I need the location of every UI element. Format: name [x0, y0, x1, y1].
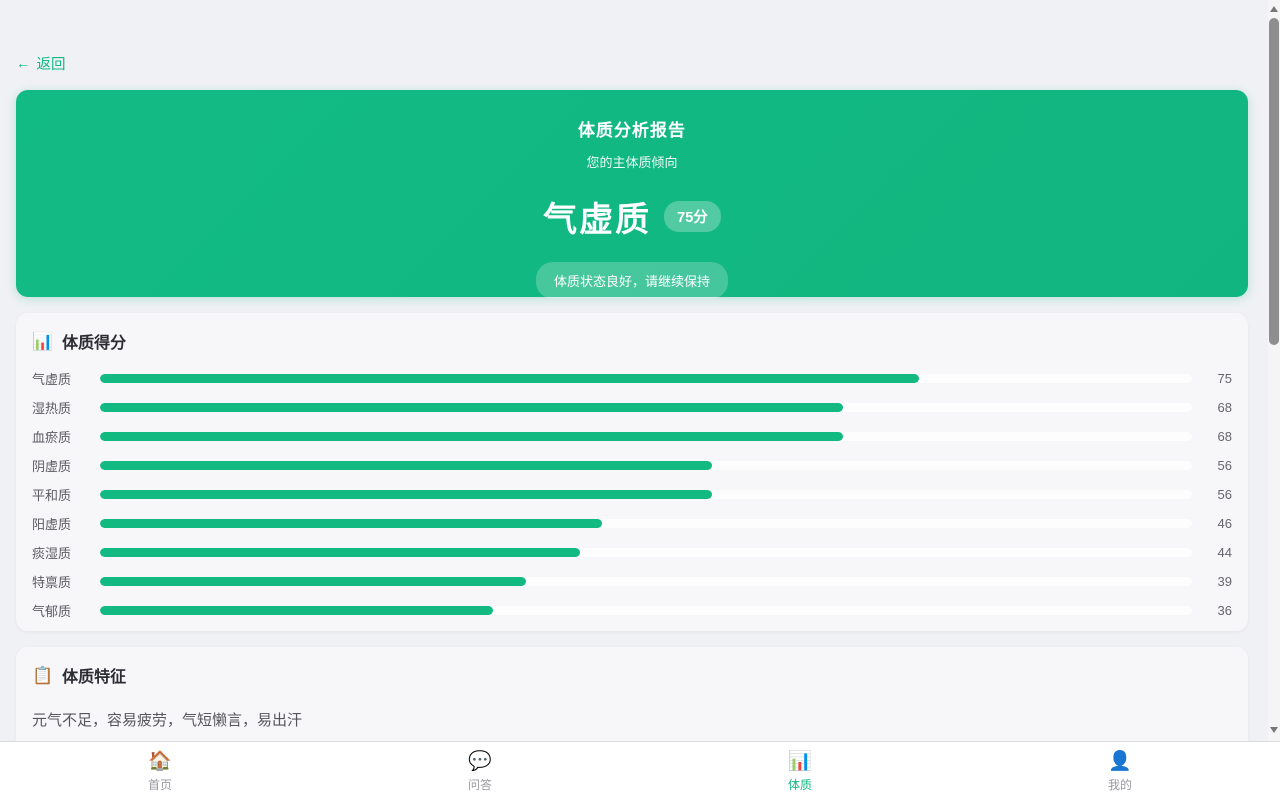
- triangle-down-icon: [1270, 727, 1278, 733]
- score-label: 气郁质: [32, 601, 100, 620]
- score-row: 平和质 56: [32, 480, 1232, 509]
- score-bar-track: [100, 432, 1192, 441]
- score-bar-track: [100, 461, 1192, 470]
- score-row: 痰湿质 44: [32, 538, 1232, 567]
- vertical-scrollbar: [1268, 0, 1280, 741]
- score-bar-track: [100, 374, 1192, 383]
- triangle-up-icon: [1270, 6, 1278, 12]
- score-bar-track: [100, 403, 1192, 412]
- bottom-nav: 🏠 首页 💬 问答 📊 体质 👤 我的: [0, 741, 1280, 800]
- score-row: 阳虚质 46: [32, 509, 1232, 538]
- scores-card-title: 体质得分: [62, 329, 126, 353]
- nav-label-qa: 问答: [468, 776, 492, 793]
- back-link[interactable]: ← 返回: [16, 53, 66, 74]
- score-label: 平和质: [32, 485, 100, 504]
- report-subtitle: 您的主体质倾向: [16, 152, 1248, 171]
- score-value: 75: [1192, 371, 1232, 386]
- nav-label-constitution: 体质: [788, 776, 812, 793]
- score-row: 血瘀质 68: [32, 422, 1232, 451]
- score-value: 56: [1192, 487, 1232, 502]
- status-pill: 体质状态良好，请继续保持: [536, 262, 728, 299]
- score-row: 气虚质 75: [32, 364, 1232, 393]
- traits-card-title: 体质特征: [62, 663, 126, 687]
- score-label: 血瘀质: [32, 427, 100, 446]
- score-bar-track: [100, 548, 1192, 557]
- nav-label-home: 首页: [148, 776, 172, 793]
- score-label: 气虚质: [32, 369, 100, 388]
- clipboard-icon: 📋: [32, 667, 53, 684]
- score-bar-fill: [100, 432, 843, 441]
- score-label: 特禀质: [32, 572, 100, 591]
- score-value: 36: [1192, 603, 1232, 618]
- main-constitution-row: 气虚质 75分: [16, 192, 1248, 241]
- score-value: 46: [1192, 516, 1232, 531]
- traits-card: 📋 体质特征 元气不足，容易疲劳，气短懒言，易出汗: [16, 647, 1248, 741]
- score-bar-fill: [100, 461, 712, 470]
- back-label: 返回: [37, 53, 66, 74]
- report-title: 体质分析报告: [16, 116, 1248, 141]
- main-constitution-name: 气虚质: [543, 192, 651, 241]
- bar-chart-icon: 📊: [788, 751, 812, 774]
- score-bar-fill: [100, 403, 843, 412]
- score-badge: 75分: [664, 201, 721, 232]
- score-label: 湿热质: [32, 398, 100, 417]
- traits-description: 元气不足，容易疲劳，气短懒言，易出汗: [32, 709, 1232, 730]
- score-bar-track: [100, 519, 1192, 528]
- score-bar-fill: [100, 606, 493, 615]
- nav-label-profile: 我的: [1108, 776, 1132, 793]
- nav-item-constitution[interactable]: 📊 体质: [640, 742, 960, 800]
- back-arrow-icon: ←: [16, 56, 31, 72]
- user-silhouette-icon: 👤: [1108, 751, 1132, 774]
- score-value: 39: [1192, 574, 1232, 589]
- score-label: 阳虚质: [32, 514, 100, 533]
- score-bar-fill: [100, 490, 712, 499]
- nav-item-profile[interactable]: 👤 我的: [960, 742, 1280, 800]
- score-value: 56: [1192, 458, 1232, 473]
- score-value: 68: [1192, 429, 1232, 444]
- score-value: 44: [1192, 545, 1232, 560]
- traits-card-header: 📋 体质特征: [32, 647, 1232, 687]
- nav-item-home[interactable]: 🏠 首页: [0, 742, 320, 800]
- score-label: 阴虚质: [32, 456, 100, 475]
- speech-balloon-icon: 💬: [468, 751, 492, 774]
- score-row: 气郁质 36: [32, 596, 1232, 625]
- home-icon: 🏠: [148, 751, 172, 774]
- report-hero-card: 体质分析报告 您的主体质倾向 气虚质 75分 体质状态良好，请继续保持: [16, 90, 1248, 297]
- score-bar-fill: [100, 519, 602, 528]
- score-bar-track: [100, 490, 1192, 499]
- nav-item-qa[interactable]: 💬 问答: [320, 742, 640, 800]
- score-row: 阴虚质 56: [32, 451, 1232, 480]
- score-row: 特禀质 39: [32, 567, 1232, 596]
- scroll-content: ← 返回 体质分析报告 您的主体质倾向 气虚质 75分 体质状态良好，请继续保持…: [0, 0, 1280, 741]
- scrollbar-thumb[interactable]: [1269, 18, 1279, 345]
- scrollbar-up-arrow[interactable]: [1268, 2, 1280, 16]
- score-value: 68: [1192, 400, 1232, 415]
- score-bar-fill: [100, 548, 580, 557]
- scrollbar-down-arrow[interactable]: [1268, 723, 1280, 737]
- app-viewport: ← 返回 体质分析报告 您的主体质倾向 气虚质 75分 体质状态良好，请继续保持…: [0, 0, 1280, 800]
- scores-card-header: 📊 体质得分: [32, 313, 1232, 353]
- score-label: 痰湿质: [32, 543, 100, 562]
- score-bar-track: [100, 606, 1192, 615]
- score-row: 湿热质 68: [32, 393, 1232, 422]
- score-bar-fill: [100, 577, 526, 586]
- score-bar-track: [100, 577, 1192, 586]
- scores-list: 气虚质 75 湿热质 68 血瘀质 68 阴虚质 56: [32, 364, 1232, 625]
- scores-card: 📊 体质得分 气虚质 75 湿热质 68 血瘀质 68: [16, 313, 1248, 631]
- bar-chart-icon: 📊: [32, 333, 53, 350]
- score-bar-fill: [100, 374, 919, 383]
